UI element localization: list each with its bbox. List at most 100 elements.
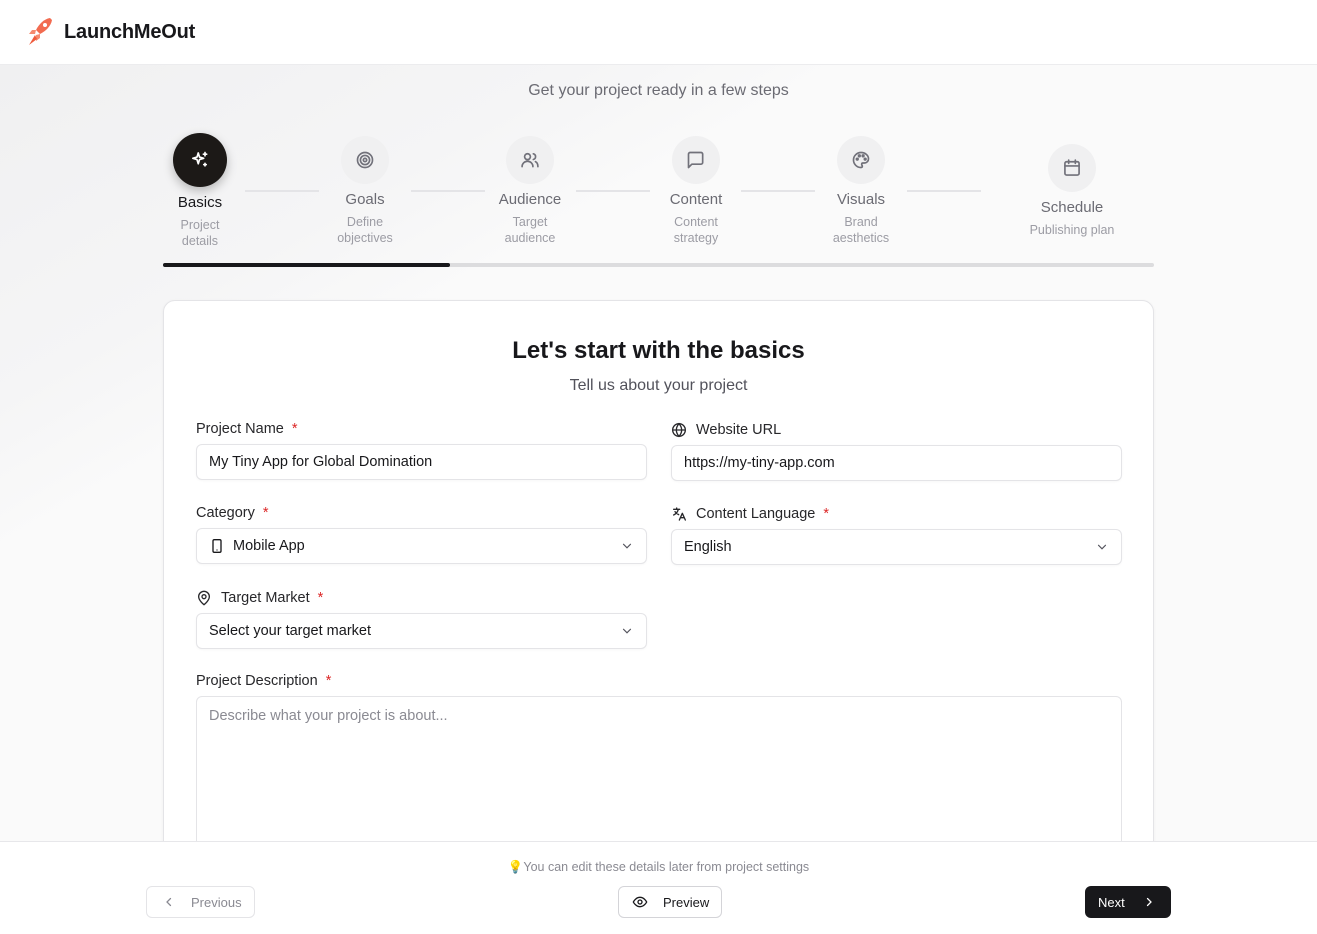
website-url-value: https://my-tiny-app.com [684,455,835,471]
target-icon [356,151,374,169]
globe-icon [672,422,686,438]
project-name-label-text: Project Name [196,421,284,437]
step-content[interactable]: Content Content strategy [641,136,751,246]
app-header: LaunchMeOut [0,0,1317,65]
wizard-subtitle: Get your project ready in a few steps [528,82,789,99]
step-audience[interactable]: Audience Target audience [475,136,585,246]
category-select-value: Mobile App [209,538,305,554]
step-desc: Brand aesthetics [831,214,891,246]
step-desc-text: Publishing plan [1029,223,1115,237]
step-label: Content [669,191,723,208]
message-square-icon [687,151,704,169]
target-market-value: Select your target market [209,623,371,639]
languages-icon [673,507,686,521]
project-description-label: Project Description * [196,672,1122,690]
step-visuals-circle [837,136,885,184]
website-url-input[interactable]: https://my-tiny-app.com [671,445,1122,481]
brand-name: LaunchMeOut [64,20,196,43]
content-language-field: Content Language * English [671,505,1122,565]
chevron-right-icon [1146,897,1152,907]
step-desc: Publishing plan [1017,222,1127,238]
chevron-down-icon [622,628,632,634]
project-name-field: Project Name * My Tiny App for Global Do… [196,420,647,480]
next-button-label: Next [1098,894,1125,910]
content-language-select[interactable]: English [671,529,1122,565]
basics-form-card: Let's start with the basics Tell us abou… [163,300,1154,920]
edit-later-tip: 💡You can edit these details later from p… [507,860,810,874]
rocket-logo-icon [29,18,52,45]
required-marker: * [262,505,269,521]
target-market-field: Target Market * Select your target marke… [196,589,647,649]
chevron-down-icon [622,543,632,549]
category-select[interactable]: Mobile App [196,528,647,564]
required-marker: * [325,673,332,689]
step-content-circle [672,136,720,184]
project-description-placeholder: Describe what your project is about... [209,708,448,724]
step-desc-text: Brand aesthetics [832,215,890,245]
eye-icon [632,896,648,908]
category-label-text: Category [196,505,255,521]
step-desc-text: Target audience [504,215,556,245]
previous-button-label: Previous [191,894,242,910]
previous-button[interactable]: Previous [146,886,255,918]
content-language-label-text: Content Language [696,506,816,522]
progress-track [163,263,1154,267]
step-label: Visuals [836,191,886,208]
step-label: Goals [345,191,385,208]
step-desc: Content strategy [666,214,726,246]
wizard-stepper: Basics Project details Goals Define obje… [163,132,1154,272]
required-marker: * [823,506,829,522]
step-schedule-circle [1048,144,1096,192]
smartphone-icon [212,539,222,553]
palette-icon [852,151,870,169]
wizard-footer: 💡You can edit these details later from p… [0,841,1317,934]
target-market-label-text: Target Market [221,590,310,606]
step-visuals[interactable]: Visuals Brand aesthetics [806,136,916,246]
sparkles-icon [192,151,208,167]
step-desc-text: Define objectives [337,215,393,245]
target-market-label: Target Market * [196,589,647,607]
website-url-label: Website URL [671,421,1122,439]
next-button[interactable]: Next [1085,886,1171,918]
category-value-text: Mobile App [233,538,305,554]
step-connector [907,190,981,192]
step-label: Schedule [1040,199,1104,216]
target-market-select[interactable]: Select your target market [196,613,647,649]
chevron-down-icon [1097,544,1107,550]
step-desc: Define objectives [330,214,400,246]
content-language-value: English [684,539,732,555]
step-connector [576,190,650,192]
website-url-label-text: Website URL [696,422,782,438]
project-description-label-text: Project Description [196,673,318,689]
step-audience-circle [506,136,554,184]
step-goals-circle [341,136,389,184]
form-title: Let's start with the basics [512,337,805,364]
step-label: Audience [498,191,562,208]
project-name-input[interactable]: My Tiny App for Global Domination [196,444,647,480]
preview-button[interactable]: Preview [618,886,722,918]
progress-fill [163,263,451,267]
map-pin-icon [197,590,211,606]
form-subtitle: Tell us about your project [569,377,748,394]
project-name-value: My Tiny App for Global Domination [209,454,433,470]
step-label: Basics [177,194,223,211]
category-field: Category * Mobile App [196,504,647,564]
website-url-field: Website URL https://my-tiny-app.com [671,421,1122,481]
category-label: Category * [196,504,647,522]
required-marker: * [291,421,298,437]
step-connector [411,190,485,192]
step-goals[interactable]: Goals Define objectives [310,136,420,246]
content-language-label: Content Language * [671,505,1122,523]
step-connector [741,190,815,192]
step-desc-text: Project details [180,218,220,248]
step-desc: Target audience [500,214,560,246]
required-marker: * [317,590,324,606]
step-schedule[interactable]: Schedule Publishing plan [1017,144,1127,238]
step-basics[interactable]: Basics Project details [145,133,255,249]
users-icon [521,152,539,168]
step-connector [245,190,319,192]
project-name-label: Project Name * [196,420,647,438]
preview-button-label: Preview [663,894,710,910]
chevron-left-icon [166,897,172,907]
calendar-icon [1064,159,1080,176]
